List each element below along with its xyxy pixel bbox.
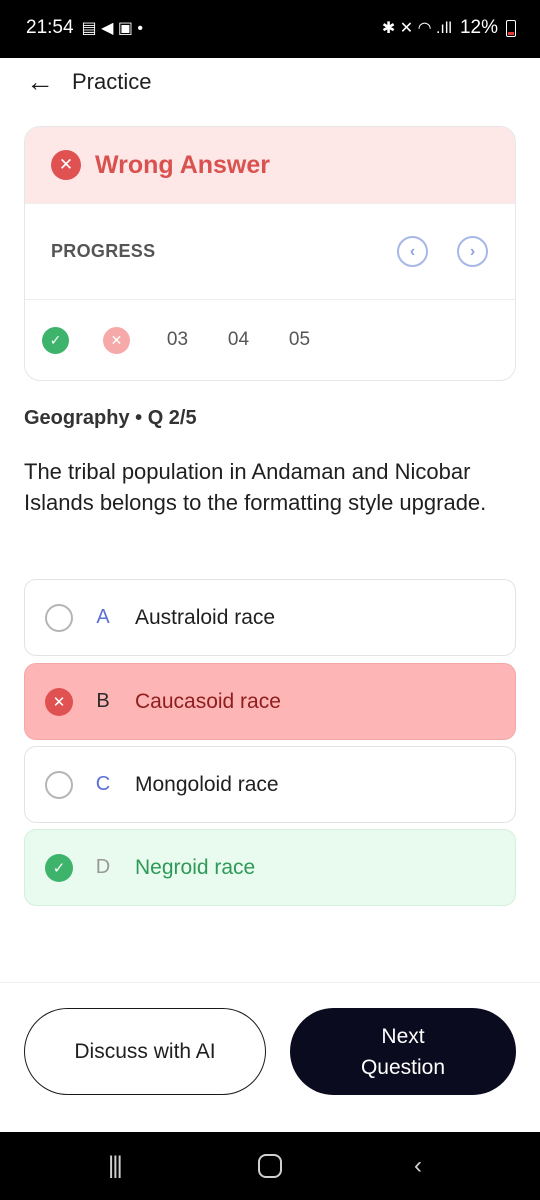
option-letter: D bbox=[95, 856, 111, 878]
progress-items: ✓ ✕ 03 04 05 bbox=[25, 300, 515, 380]
wrong-icon: ✕ bbox=[51, 150, 81, 180]
result-label: Wrong Answer bbox=[95, 150, 271, 179]
status-time: 21:54 bbox=[26, 17, 74, 38]
option-text: Mongoloid race bbox=[135, 772, 279, 796]
progress-item-1-correct-icon[interactable]: ✓ bbox=[42, 326, 69, 354]
progress-item-5[interactable]: 05 bbox=[286, 329, 313, 351]
chevron-right-icon[interactable]: › bbox=[457, 236, 488, 267]
page-title: Practice bbox=[72, 69, 152, 94]
result-card: ✕ Wrong Answer PROGRESS ‹ › ✓ ✕ 03 04 05 bbox=[24, 126, 516, 381]
next-question-button[interactable]: Next Question bbox=[290, 1008, 516, 1095]
result-banner: ✕ Wrong Answer bbox=[25, 127, 515, 204]
back-arrow-icon[interactable]: ← bbox=[26, 68, 54, 96]
option-text: Caucasoid race bbox=[135, 689, 281, 713]
notification-icons: ▤ ◀ ▣ • bbox=[81, 20, 144, 37]
progress-item-2-wrong-icon[interactable]: ✕ bbox=[103, 326, 130, 354]
option-d[interactable]: ✓ D Negroid race bbox=[24, 829, 516, 906]
option-letter: B bbox=[96, 690, 110, 712]
status-right: ✱ ✕ ◠ .ıll 12% bbox=[382, 17, 516, 39]
recent-apps-icon[interactable]: ||| bbox=[108, 1152, 123, 1180]
chevron-left-icon[interactable]: ‹ bbox=[397, 236, 428, 267]
battery-percent: 12% bbox=[459, 17, 498, 38]
home-icon[interactable] bbox=[258, 1154, 282, 1178]
status-bar: 21:54 ▤ ◀ ▣ • ✱ ✕ ◠ .ıll 12% bbox=[0, 0, 540, 58]
radio-icon bbox=[45, 603, 73, 632]
option-c[interactable]: C Mongoloid race bbox=[24, 746, 516, 823]
progress-item-4[interactable]: 04 bbox=[225, 329, 252, 351]
battery-icon bbox=[506, 19, 516, 37]
option-b[interactable]: ✕ B Caucasoid race bbox=[24, 663, 516, 740]
system-nav-bar: ||| ‹ bbox=[0, 1132, 540, 1200]
option-a[interactable]: A Australoid race bbox=[24, 579, 516, 656]
option-letter: C bbox=[95, 773, 111, 795]
progress-header: PROGRESS ‹ › bbox=[25, 204, 515, 300]
progress-item-3[interactable]: 03 bbox=[164, 329, 191, 351]
option-letter: A bbox=[96, 606, 110, 628]
radio-icon bbox=[45, 770, 73, 799]
question-text: The tribal population in Andaman and Nic… bbox=[24, 459, 487, 515]
back-icon[interactable]: ‹ bbox=[414, 1152, 422, 1180]
option-text: Australoid race bbox=[135, 605, 276, 629]
app-bar: ← Practice bbox=[26, 64, 151, 100]
option-text: Negroid race bbox=[135, 855, 256, 879]
status-left: 21:54 ▤ ◀ ▣ • bbox=[26, 17, 143, 39]
progress-label: PROGRESS bbox=[51, 241, 156, 261]
system-icons: ✱ ✕ ◠ .ıll bbox=[381, 20, 452, 37]
divider bbox=[0, 982, 540, 983]
correct-mark-icon: ✓ bbox=[45, 853, 73, 882]
discuss-with-ai-button[interactable]: Discuss with AI bbox=[24, 1008, 266, 1095]
question-meta: Geography • Q 2/5 bbox=[24, 407, 197, 429]
wrong-mark-icon: ✕ bbox=[45, 687, 73, 716]
